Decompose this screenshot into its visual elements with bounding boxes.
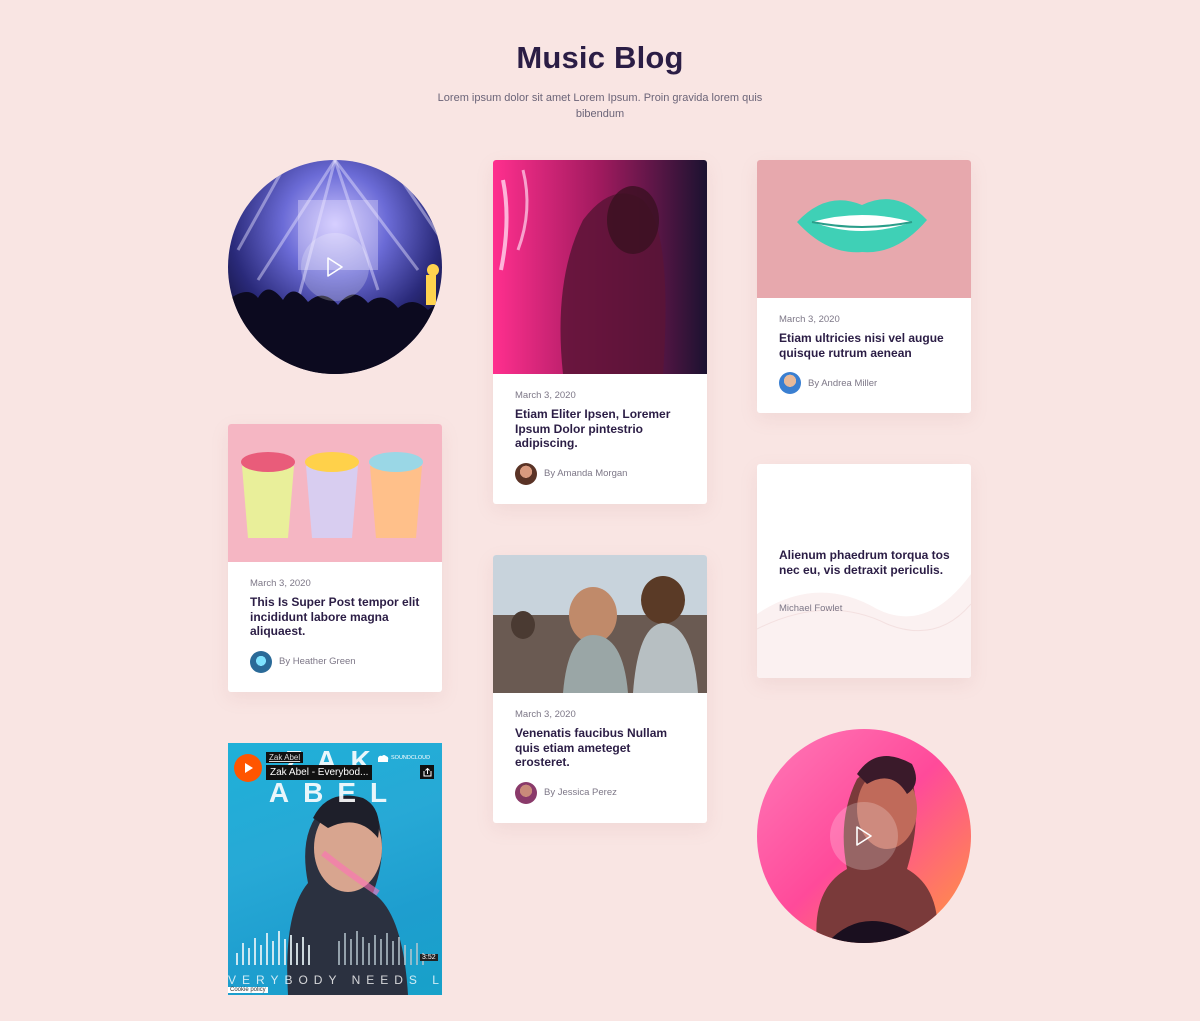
portrait-video-thumbnail[interactable]	[757, 729, 971, 943]
play-icon	[856, 826, 872, 846]
concert-video-thumbnail[interactable]	[228, 160, 442, 374]
festival-crowd-image	[493, 555, 707, 693]
play-icon	[327, 257, 343, 277]
soundcloud-brand-label: SOUNDCLOUD	[391, 755, 431, 761]
author-name[interactable]: By Heather Green	[279, 656, 356, 667]
post-date: March 3, 2020	[250, 578, 311, 589]
quote-card[interactable]: Alienum phaedrum torqua tos nec eu, vis …	[757, 464, 971, 678]
post-card[interactable]: March 3, 2020 Venenatis faucibus Nullam …	[493, 555, 707, 823]
soundcloud-player[interactable]: ZAK ABEL Zak Abel Zak Abel - Everybod...…	[228, 743, 442, 995]
post-card[interactable]: March 3, 2020 Etiam ultricies nisi vel a…	[757, 160, 971, 413]
post-card[interactable]: March 3, 2020 Etiam Eliter Ipsen, Loreme…	[493, 160, 707, 504]
post-author: By Andrea Miller	[779, 372, 949, 394]
soundcloud-logo[interactable]: SOUNDCLOUD	[375, 754, 430, 762]
post-title[interactable]: This Is Super Post tempor elit incididun…	[250, 595, 420, 639]
page-header: Music Blog Lorem ipsum dolor sit amet Lo…	[0, 40, 1200, 122]
author-name[interactable]: By Amanda Morgan	[544, 468, 627, 479]
cloud-icon	[378, 755, 389, 762]
avatar	[779, 372, 801, 394]
avatar	[515, 462, 537, 485]
play-button[interactable]	[830, 802, 898, 870]
post-title[interactable]: Etiam Eliter Ipsen, Loremer Ipsum Dolor …	[515, 407, 685, 451]
artist-name[interactable]: Zak Abel	[266, 752, 304, 763]
track-duration: 3:52	[420, 954, 438, 961]
play-button[interactable]	[301, 233, 369, 301]
lips-image	[757, 160, 971, 298]
post-date: March 3, 2020	[515, 709, 576, 720]
author-name[interactable]: By Andrea Miller	[808, 378, 877, 389]
avatar	[250, 650, 272, 673]
post-date: March 3, 2020	[515, 390, 576, 401]
post-card[interactable]: March 3, 2020 This Is Super Post tempor …	[228, 424, 442, 692]
quote-author: Michael Fowlet	[779, 603, 843, 614]
author-name[interactable]: By Jessica Perez	[544, 787, 617, 798]
page-title: Music Blog	[516, 40, 684, 75]
soundcloud-play-button[interactable]	[234, 754, 262, 782]
share-icon	[423, 767, 431, 776]
quote-text[interactable]: Alienum phaedrum torqua tos nec eu, vis …	[779, 548, 954, 577]
post-date: March 3, 2020	[779, 314, 840, 325]
track-title[interactable]: Zak Abel - Everybod...	[266, 765, 373, 780]
post-author: By Heather Green	[250, 650, 420, 673]
share-button[interactable]	[420, 765, 434, 779]
soundcloud-play-icon	[245, 763, 253, 773]
post-author: By Amanda Morgan	[515, 462, 685, 485]
cover-bottom-text: VERYBODY NEEDS LOV	[228, 973, 442, 987]
cookie-policy-link[interactable]: Cookie policy	[228, 987, 268, 993]
candy-cups-image	[228, 424, 442, 562]
avatar	[515, 781, 537, 804]
post-title[interactable]: Venenatis faucibus Nullam quis etiam ame…	[515, 726, 685, 770]
neon-portrait-image	[493, 160, 707, 374]
post-author: By Jessica Perez	[515, 781, 685, 804]
page-subtitle: Lorem ipsum dolor sit amet Lorem Ipsum. …	[437, 92, 763, 120]
post-title[interactable]: Etiam ultricies nisi vel augue quisque r…	[779, 331, 949, 360]
